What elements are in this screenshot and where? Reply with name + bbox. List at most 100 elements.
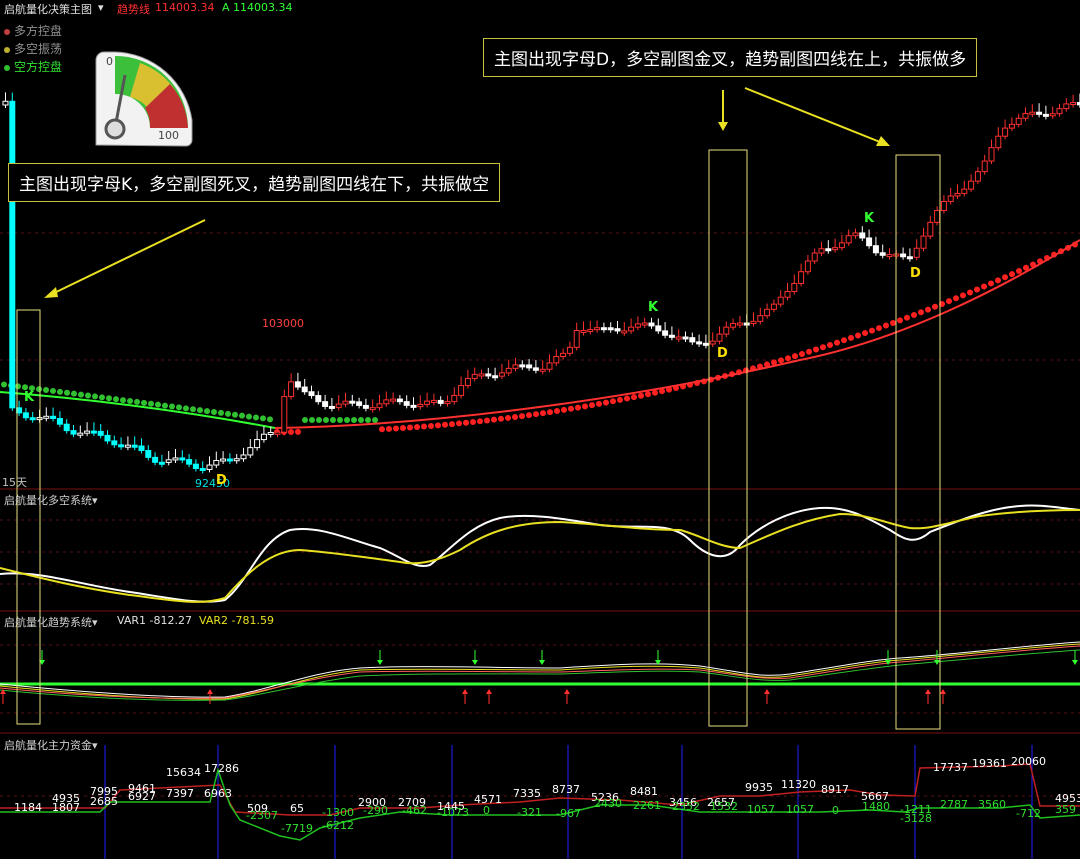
capital-value: -1073	[437, 806, 469, 819]
ma-dot	[498, 415, 504, 422]
callout-short-signal: 主图出现字母K，多空副图死叉，趋势副图四线在下，共振做空	[8, 163, 501, 202]
capital-value: 1532	[710, 800, 738, 813]
candle-body	[417, 403, 424, 408]
ma-dot	[365, 417, 371, 423]
capital-value: 7335	[513, 787, 541, 800]
chevron-down-icon[interactable]: ▾	[98, 1, 104, 14]
ma-dot	[85, 392, 91, 399]
ma-dot	[813, 346, 819, 353]
ma-dot	[358, 417, 364, 423]
candle-body	[981, 160, 988, 173]
ma-dot	[309, 417, 315, 423]
capital-value: 8737	[552, 783, 580, 796]
candle-body	[546, 362, 553, 370]
ma-dot	[848, 334, 854, 341]
candle-body	[655, 325, 662, 332]
candle-body	[335, 403, 342, 409]
ma-dot	[99, 394, 105, 401]
candle-body	[716, 333, 723, 342]
candle-body	[621, 330, 628, 334]
candle-body	[233, 458, 240, 462]
candle-body	[390, 398, 397, 402]
candle-body	[866, 237, 873, 247]
candle-body	[383, 399, 390, 405]
candle-body	[974, 171, 981, 182]
candle-body	[308, 391, 315, 397]
ma-dot	[288, 428, 294, 435]
ma-dot	[519, 413, 525, 420]
ma-dot	[995, 277, 1001, 284]
signal-arrowhead	[934, 660, 940, 665]
candle-body	[186, 459, 193, 465]
ma-dot	[43, 387, 49, 394]
candle-body	[206, 464, 213, 470]
ma-dot	[344, 417, 350, 423]
candle-body	[50, 415, 57, 420]
capital-dividers	[104, 745, 1033, 859]
ma-dot	[400, 425, 406, 432]
candle-body	[1008, 123, 1015, 129]
ma-dot	[183, 405, 189, 412]
candle-body	[90, 430, 97, 434]
ma-dot	[981, 283, 987, 290]
candle-body	[97, 430, 104, 436]
panel-title-capital[interactable]: 启航量化主力资金▾	[4, 737, 98, 753]
panel-title-trend[interactable]: 启航量化趋势系统▾	[4, 614, 98, 630]
candle-body	[274, 431, 281, 435]
capital-value: 1184	[14, 801, 42, 814]
ma-dot	[197, 407, 203, 414]
ma-dot	[841, 337, 847, 344]
capital-value: -462	[402, 804, 427, 817]
candle-body	[906, 256, 913, 260]
panel-title-text: 启航量化主力资金	[4, 739, 92, 752]
ma-dot	[477, 418, 483, 425]
high-price-label: 103000	[262, 317, 304, 330]
ma-dot	[414, 424, 420, 431]
candle-body	[696, 341, 703, 345]
signal-box-left	[16, 309, 41, 725]
candle-body	[954, 192, 961, 197]
candle-body	[723, 326, 730, 335]
capital-value: 7995	[90, 785, 118, 798]
chevron-down-icon[interactable]: ▾	[92, 616, 98, 629]
capital-value: 65	[290, 802, 304, 815]
ma-dot	[15, 383, 21, 390]
ma-dot	[113, 396, 119, 403]
candle-body	[213, 460, 220, 466]
chevron-down-icon[interactable]: ▾	[92, 494, 98, 507]
chevron-down-icon[interactable]: ▾	[92, 739, 98, 752]
candle-body	[607, 327, 614, 331]
candle-body	[376, 403, 383, 409]
legend-label: 多空振荡	[14, 42, 63, 56]
candle-body	[369, 407, 376, 411]
candle-body	[315, 395, 322, 403]
a-label: A	[222, 1, 230, 14]
callout-arrow-left	[49, 219, 206, 296]
capital-value: -7719	[281, 822, 313, 835]
candle-body	[165, 459, 172, 463]
ma-dot	[50, 387, 56, 394]
ma-dot	[120, 397, 126, 404]
ma-dot	[372, 417, 378, 423]
ma-dot	[806, 348, 812, 355]
a-value: 114003.34	[233, 1, 293, 14]
signal-arrowhead	[472, 660, 478, 665]
ma-dot	[421, 423, 427, 430]
legend-label: 空方控盘	[14, 60, 63, 74]
ma-dot	[204, 408, 210, 415]
candle-body	[254, 439, 261, 449]
ma-dot	[169, 403, 175, 410]
capital-value: 1480	[862, 800, 890, 813]
callout-arrow-top-2	[744, 87, 881, 143]
signal-k: K	[24, 390, 35, 405]
ma-dot	[134, 398, 140, 405]
panel-title-duokong[interactable]: 启航量化多空系统▾	[4, 492, 98, 508]
ma-dot	[176, 404, 182, 411]
ma-dot	[57, 388, 63, 395]
candle-body	[757, 315, 764, 322]
ma-dot	[491, 416, 497, 423]
period-label: 15天	[2, 476, 27, 489]
legend-dot-icon	[4, 28, 10, 35]
candle-body	[77, 432, 84, 436]
signal-arrowhead	[764, 689, 770, 694]
